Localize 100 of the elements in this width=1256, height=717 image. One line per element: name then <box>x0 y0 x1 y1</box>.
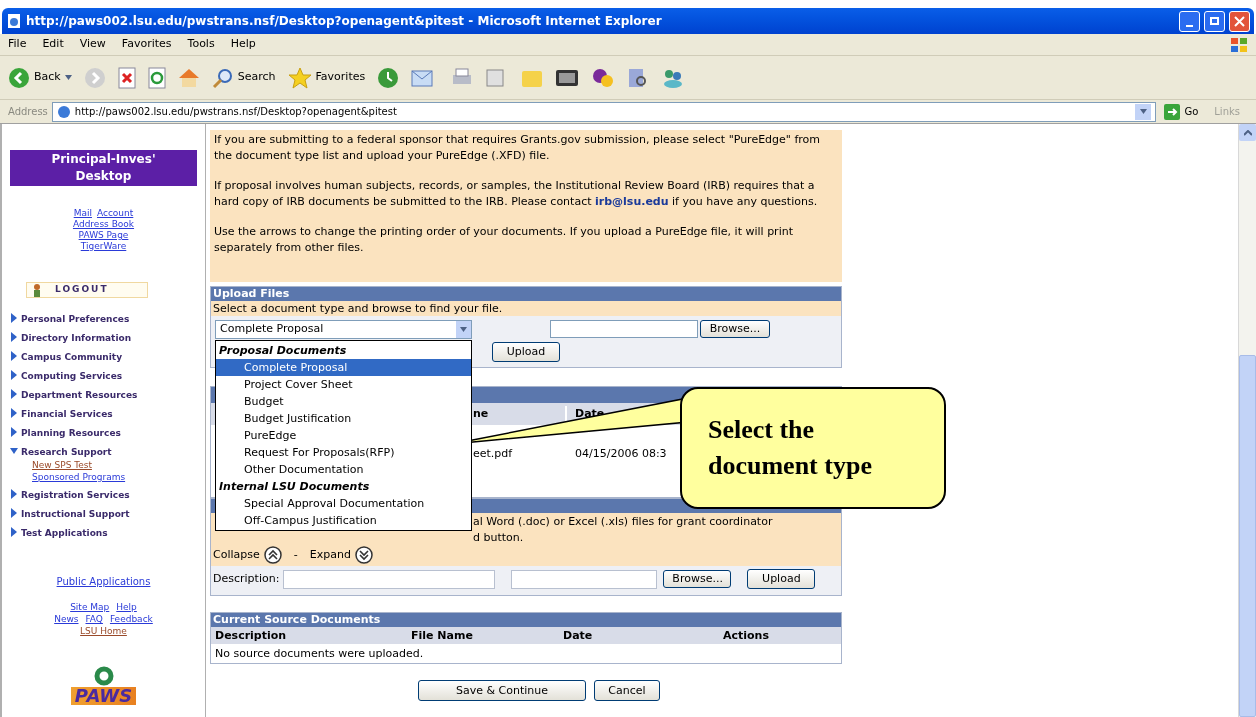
menu-item[interactable]: Help <box>230 36 256 53</box>
sidebar-nav-item[interactable]: Test Applications <box>21 526 108 540</box>
go-button[interactable]: Go <box>1160 103 1203 120</box>
dropdown-option[interactable]: Special Approval Documentation <box>216 495 471 512</box>
back-button[interactable]: Back <box>8 66 72 89</box>
column-header: Date <box>563 628 594 644</box>
sidebar-nav-item[interactable]: Planning Resources <box>21 426 121 440</box>
option-group-label: Proposal Documents <box>218 343 348 359</box>
file-path-field[interactable] <box>550 320 698 338</box>
close-button[interactable] <box>1229 10 1250 32</box>
info-paragraph: Use the arrows to change the printing order of your documents. If you upload a PureEdge file, it will print separately from other files. <box>214 224 794 256</box>
instruction-text: d button. <box>473 530 525 546</box>
footer-link[interactable]: Help <box>116 601 137 613</box>
sidebar-title: Principal-Inves' Desktop <box>10 150 197 186</box>
search-button[interactable]: Search <box>211 66 276 89</box>
dropdown-option[interactable]: Project Cover Sheet <box>216 376 471 393</box>
email-link[interactable]: irb@lsu.edu <box>595 195 669 208</box>
minimize-button[interactable] <box>1179 10 1200 32</box>
right-triangle-icon[interactable] <box>10 408 18 418</box>
footer-link[interactable]: Site Map <box>70 601 110 613</box>
history-icon[interactable] <box>377 66 400 89</box>
restore-button[interactable] <box>1204 10 1225 32</box>
sidebar-sublink[interactable]: New SPS Test <box>32 459 197 471</box>
footer-link[interactable]: Feedback <box>109 613 153 625</box>
right-triangle-icon[interactable] <box>10 370 18 380</box>
separator-text: - <box>293 546 298 563</box>
menu-item[interactable]: Edit <box>42 36 64 53</box>
sidebar-link[interactable]: TigerWare <box>80 241 127 252</box>
dropdown-option[interactable]: PureEdge <box>216 427 471 444</box>
callout-text: Select the <box>708 414 816 446</box>
menu-item[interactable]: Favorites <box>121 36 172 53</box>
document-type-select[interactable]: Complete Proposal <box>215 320 472 339</box>
sidebar-nav-item[interactable]: Department Resources <box>21 388 138 402</box>
sidebar-sublink[interactable]: Sponsored Programs <box>32 471 197 483</box>
dropdown-option[interactable]: Complete Proposal <box>216 359 471 376</box>
right-triangle-icon[interactable] <box>10 313 18 323</box>
expand-label: Expand <box>309 546 351 563</box>
option-group-label: Internal LSU Documents <box>218 479 371 495</box>
sidebar-link[interactable]: Account <box>96 208 134 219</box>
sidebar-nav-item[interactable]: Computing Services <box>21 369 123 383</box>
column-header: Actions <box>723 628 770 644</box>
refresh-icon[interactable] <box>147 66 166 89</box>
dropdown-option[interactable]: Budget Justification <box>216 410 471 427</box>
panel-header: Upload Files <box>211 287 841 301</box>
sidebar-nav-item[interactable]: Instructional Support <box>21 507 130 521</box>
upload-button[interactable]: Upload <box>492 342 560 362</box>
collapse-icon[interactable] <box>263 546 282 564</box>
column-header: File Name <box>411 628 474 644</box>
globe-icon <box>56 104 71 119</box>
menu-item[interactable]: Tools <box>187 36 215 53</box>
star-icon <box>287 66 312 89</box>
address-label: Address <box>8 105 48 119</box>
right-triangle-icon[interactable] <box>10 489 18 499</box>
footer-link[interactable]: FAQ <box>85 613 103 625</box>
footer-link[interactable]: News <box>54 613 79 625</box>
right-triangle-icon[interactable] <box>10 389 18 399</box>
search-icon <box>211 66 234 89</box>
address-field[interactable]: http://paws002.lsu.edu/pwstrans.nsf/Desktop?openagent&pitest <box>51 101 1157 122</box>
sidebar-link[interactable]: Mail <box>73 208 92 219</box>
scrollbar[interactable] <box>1238 124 1256 717</box>
right-triangle-icon[interactable] <box>10 351 18 361</box>
sidebar-nav-item[interactable]: Financial Services <box>21 407 113 421</box>
description-label: Description: <box>213 570 280 587</box>
sidebar-nav-item[interactable]: Registration Services <box>21 488 130 502</box>
logout-button[interactable]: LOGOUT <box>26 282 148 298</box>
caret-icon <box>64 75 72 80</box>
right-triangle-icon[interactable] <box>10 332 18 342</box>
file-path-field[interactable] <box>511 569 658 589</box>
footer-link[interactable]: LSU Home <box>80 625 127 637</box>
expand-icon[interactable] <box>354 546 373 564</box>
browse-button[interactable]: Browse... <box>700 320 770 338</box>
save-continue-button[interactable]: Save & Continue <box>418 680 586 701</box>
description-field[interactable] <box>283 569 496 589</box>
right-triangle-icon[interactable] <box>10 427 18 437</box>
dropdown-option[interactable]: Other Documentation <box>216 461 471 478</box>
sidebar-link[interactable]: Address Book <box>72 219 135 230</box>
dropdown-option[interactable]: Budget <box>216 393 471 410</box>
sidebar-nav-item[interactable]: Personal Preferences <box>21 312 130 326</box>
person-icon <box>31 283 43 297</box>
menu-item[interactable]: View <box>79 36 106 53</box>
public-applications-link[interactable]: Public Applications <box>56 574 151 589</box>
menu-item[interactable]: File <box>8 36 27 53</box>
right-triangle-icon[interactable] <box>10 508 18 518</box>
stop-icon[interactable] <box>117 66 136 89</box>
sidebar-nav-item[interactable]: Research Support <box>21 445 112 459</box>
down-triangle-icon[interactable] <box>10 446 18 456</box>
logo-ring-icon <box>92 665 115 687</box>
info-paragraph: If proposal involves human subjects, records, or samples, the Institutional Review Board (IRB) requires that a hard copy of IRB documents be submitted to the IRB. Please contact irb@lsu.edu if you have any questions. <box>214 178 819 210</box>
dropdown-option[interactable]: Off-Campus Justification <box>216 512 471 529</box>
favorites-button[interactable]: Favorites <box>287 66 366 89</box>
sidebar-link[interactable]: PAWS Page <box>78 230 129 241</box>
panel-header: Current Source Documents <box>211 613 841 627</box>
caret-icon <box>1139 109 1147 114</box>
sidebar-nav-item[interactable]: Campus Community <box>21 350 122 364</box>
upload-button[interactable]: Upload <box>747 569 816 589</box>
dropdown-option[interactable]: Request For Proposals(RFP) <box>216 444 471 461</box>
browse-button[interactable]: Browse... <box>663 570 732 588</box>
cancel-button[interactable]: Cancel <box>594 680 660 701</box>
sidebar-nav-item[interactable]: Directory Information <box>21 331 132 345</box>
right-triangle-icon[interactable] <box>10 527 18 537</box>
